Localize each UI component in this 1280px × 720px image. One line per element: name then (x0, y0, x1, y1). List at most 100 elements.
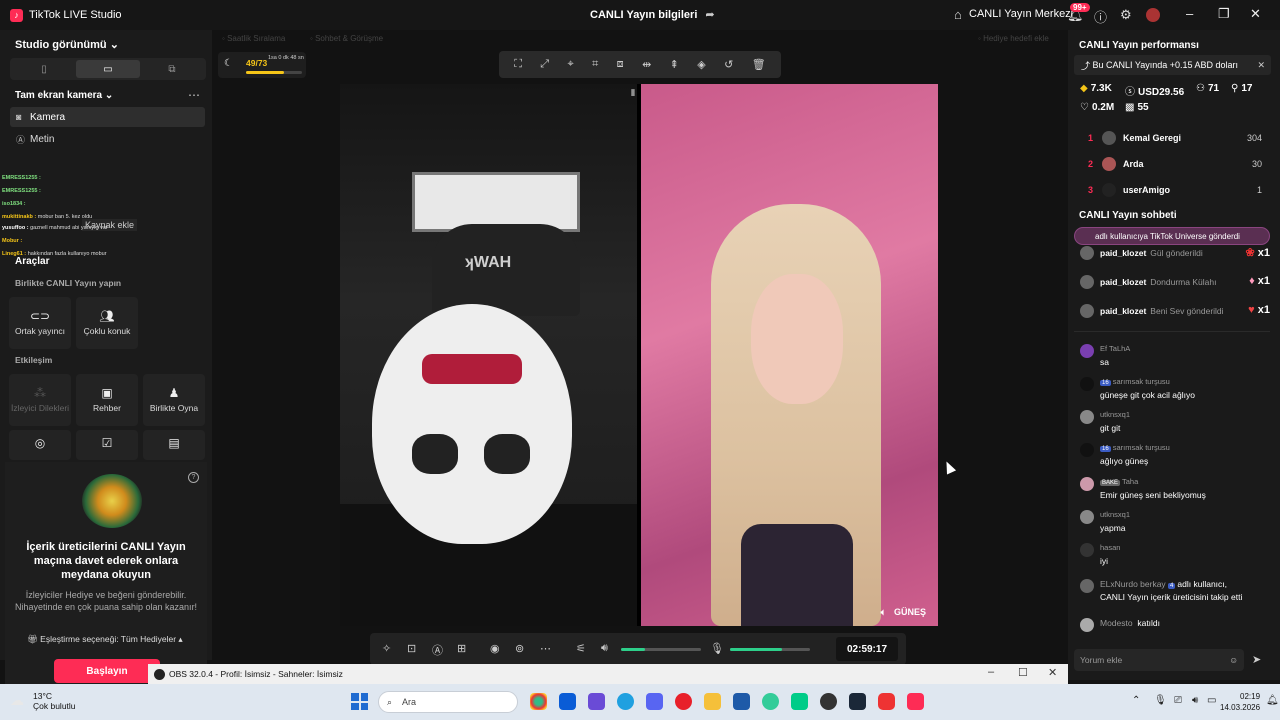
weather-icon[interactable]: ☁ (10, 692, 30, 712)
volume-icon[interactable]: 🔊︎ (601, 642, 608, 655)
ranking-row[interactable]: 2 Arda 30 (1082, 157, 1268, 173)
chrome-alt-icon[interactable] (762, 693, 779, 710)
tool-multi-guest[interactable]: 👥︎ Çoklu konuk (76, 297, 138, 349)
start-match-button[interactable]: Başlayın (54, 659, 160, 683)
sliders-icon[interactable]: ⚟ (576, 642, 586, 655)
flip-icon[interactable]: ⇹ (642, 58, 651, 71)
close-icon[interactable]: ✕ (1257, 60, 1265, 71)
store-icon[interactable] (559, 693, 576, 710)
app-icon[interactable] (791, 693, 808, 710)
scene-dropdown[interactable]: Tam ekran kamera ⌄ (15, 90, 113, 101)
speaker-icon[interactable]: 🔈︎ (881, 607, 886, 617)
discord-icon[interactable] (646, 693, 663, 710)
maximize-icon[interactable]: ❐ (1218, 6, 1230, 22)
windows-start-icon[interactable] (351, 693, 368, 710)
chat-comment[interactable]: utknsxq1 yapma (1080, 510, 1272, 538)
tool-play-together[interactable]: ♟ Birlikte Oyna (143, 374, 205, 426)
record-icon[interactable]: ◉ (490, 642, 500, 655)
emoji-icon[interactable]: ☺ (1229, 655, 1238, 665)
gear-icon[interactable]: ⚙ (1120, 7, 1132, 23)
match-option-dropdown[interactable]: 🎁︎ Eşleştirme seçeneği: Tüm Hediyeler ▴ (27, 634, 183, 645)
home-icon[interactable]: ⌂ (954, 7, 962, 22)
maximize-icon[interactable]: ☐ (1018, 666, 1028, 679)
studio-view-dropdown[interactable]: Studio görünümü ⌄ (15, 38, 119, 51)
gift-goal-label[interactable]: ◦ Hediye hedefi ekle (978, 34, 1049, 43)
send-icon[interactable]: ➤ (1252, 653, 1261, 666)
notification-icon[interactable]: 🔔︎ (1266, 695, 1279, 706)
opera-icon[interactable] (675, 693, 692, 710)
teams-icon[interactable] (588, 693, 605, 710)
more-menu-icon[interactable]: ⋯ (188, 88, 200, 102)
source-item-text[interactable]: Ⓐ Metin (10, 129, 205, 149)
volume-slider[interactable] (621, 648, 701, 651)
portrait-layout-button[interactable]: ▯ (12, 60, 76, 78)
add-scene-icon[interactable]: ⊞ (457, 642, 466, 655)
tool-viewer-wishes[interactable]: ⁂ İzleyici Dilekleri (9, 374, 71, 426)
chat-comment[interactable]: BAKE Taha Emir güneş seni bekliyomuş (1080, 477, 1272, 505)
fit-icon[interactable]: ⛶ (514, 58, 522, 71)
effects-icon[interactable]: ⊡ (407, 642, 416, 655)
obs-icon[interactable] (820, 693, 837, 710)
more-icon[interactable]: ⋯ (540, 642, 551, 655)
undo-icon[interactable]: ↺ (724, 58, 733, 71)
comment-input[interactable]: Yorum ekle ☺ (1074, 649, 1244, 671)
source-item-camera[interactable]: ◙ Kamera (10, 107, 205, 127)
hourly-ranking-label[interactable]: ◦ Saatlik Sıralama (222, 34, 285, 43)
taskbar-search[interactable]: ⌕ Ara (378, 691, 518, 713)
minimize-icon[interactable]: – (988, 666, 994, 678)
mic-slider[interactable] (730, 648, 810, 651)
weather-widget[interactable]: 13°C Çok bulutlu (33, 691, 76, 711)
microphone-icon[interactable]: 🎙︎ (1154, 695, 1167, 706)
avatar[interactable] (1146, 8, 1160, 22)
tool-guide[interactable]: ▣ Rehber (76, 374, 138, 426)
tool-co-host[interactable]: ⊂⊃ Ortak yayıncı (9, 297, 71, 349)
rotate-icon[interactable]: ⧈ (617, 58, 624, 71)
tool-extra[interactable]: ◎ (9, 430, 71, 460)
minimize-icon[interactable]: – (1186, 6, 1193, 21)
rank-progress-widget[interactable]: ☾ 49/73 1sa 0 dk 48 sn (218, 52, 306, 78)
live-center-link[interactable]: CANLI Yayın Merkezi (969, 8, 1073, 20)
chat-comment[interactable]: hasan iyi (1080, 543, 1272, 571)
chat-call-label[interactable]: ◦ Sohbet & Görüşme (310, 34, 383, 43)
crop-icon[interactable]: ⌗ (592, 58, 598, 71)
tool-extra[interactable]: ☑ (76, 430, 138, 460)
live-info-title[interactable]: CANLI Yayın bilgileri ➦ (590, 8, 715, 21)
chat-comment[interactable]: 16 sarımsak turşusu ağlıyo güneş (1080, 443, 1272, 471)
layer-up-icon[interactable]: ⇞ (670, 58, 679, 71)
folder-icon[interactable] (704, 693, 721, 710)
expand-icon[interactable]: ⤢ (540, 58, 549, 71)
youtube-icon[interactable] (878, 693, 895, 710)
trash-icon[interactable]: 🗑︎ (752, 58, 766, 71)
center-icon[interactable]: ⌖ (567, 58, 573, 71)
chrome-icon[interactable] (530, 693, 547, 710)
battery-icon[interactable]: ▭ (1207, 695, 1216, 706)
steam-icon[interactable] (849, 693, 866, 710)
split-handle-icon[interactable]: ⦀ (631, 88, 635, 99)
microphone-icon[interactable]: 🎙︎ (710, 642, 724, 655)
chat-comment[interactable]: utknsxq1 git git (1080, 410, 1272, 438)
landscape-layout-button[interactable]: ▭ (76, 60, 140, 78)
network-icon[interactable]: ⎚ (1174, 695, 1182, 706)
chat-comment[interactable]: Ef TaLhA sa (1080, 344, 1272, 372)
chat-comment[interactable]: 16 sarımsak turşusu güneşe git çok acil ağ… (1080, 377, 1272, 405)
edge-icon[interactable] (617, 693, 634, 710)
clock[interactable]: 02:19 14.03.2026 (1220, 691, 1260, 713)
obs-window-bar[interactable]: OBS 32.0.4 - Profil: İsimsiz - Sahneler:… (148, 664, 1068, 684)
chevron-up-icon[interactable]: ⌃ (1132, 695, 1140, 706)
help-icon[interactable]: ⓘ (1094, 7, 1107, 26)
close-icon[interactable]: ✕ (1048, 666, 1057, 679)
magic-wand-icon[interactable]: ✧ (382, 642, 391, 655)
ranking-row[interactable]: 3 userAmigo 1 (1082, 183, 1268, 199)
multi-layout-button[interactable]: ⧉ (140, 60, 204, 78)
share-icon[interactable]: ➦ (705, 9, 714, 21)
help-circle-icon[interactable]: ? (188, 472, 199, 483)
mail-icon[interactable] (733, 693, 750, 710)
close-icon[interactable]: ✕ (1250, 6, 1261, 22)
camera-settings-icon[interactable]: ⊚ (515, 642, 524, 655)
layers-icon[interactable]: ◈ (697, 58, 705, 71)
volume-icon[interactable]: 🔊︎ (1192, 695, 1198, 706)
video-stage[interactable]: ʞWAH ⦀ 🔈︎ GÜNEŞ (340, 84, 938, 626)
ranking-row[interactable]: 1 Kemal Geregi 304 (1082, 131, 1268, 147)
ai-icon[interactable]: Ⓐ (432, 642, 443, 658)
tiktok-icon[interactable] (907, 693, 924, 710)
